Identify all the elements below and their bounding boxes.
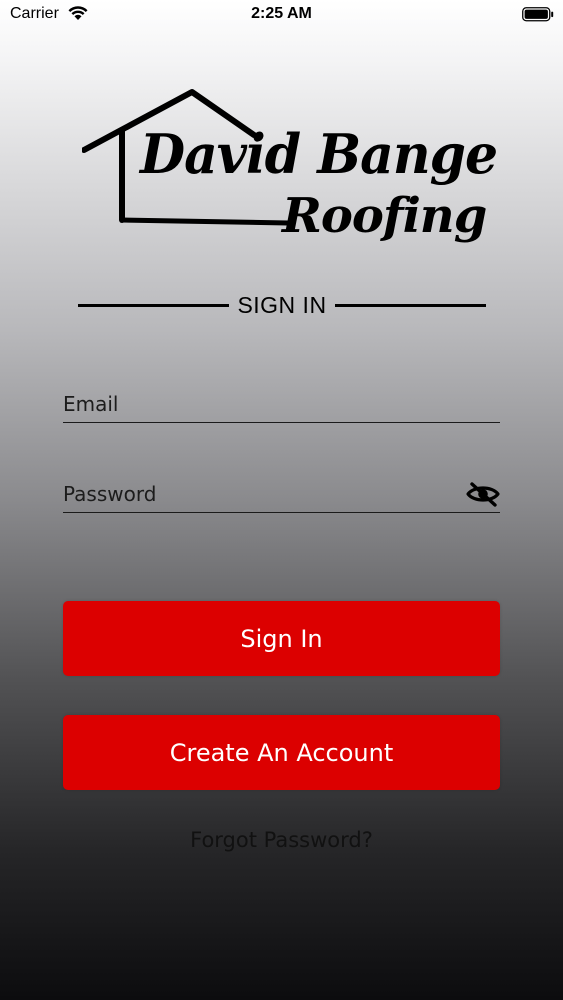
forgot-password-link[interactable]: Forgot Password? [0,828,563,852]
sign-in-heading: SIGN IN [237,291,327,318]
status-bar: Carrier 2:25 AM [0,0,563,30]
logo-line-1: David Bange [140,122,498,187]
create-account-button[interactable]: Create An Account [63,715,500,790]
heading-divider-left [78,303,230,307]
heading-divider-right [334,303,486,307]
logo-line-2: Roofing [282,188,487,244]
sign-in-heading-row: SIGN IN [78,290,486,320]
password-field[interactable] [63,480,463,508]
password-field-wrap [63,476,500,513]
battery-icon [522,7,554,22]
email-field[interactable] [63,390,463,418]
status-time: 2:25 AM [251,5,312,22]
sign-in-button[interactable]: Sign In [63,601,500,676]
email-field-wrap [63,386,500,423]
eye-slash-icon[interactable] [466,480,500,508]
company-logo: David Bange Roofing [82,88,498,260]
